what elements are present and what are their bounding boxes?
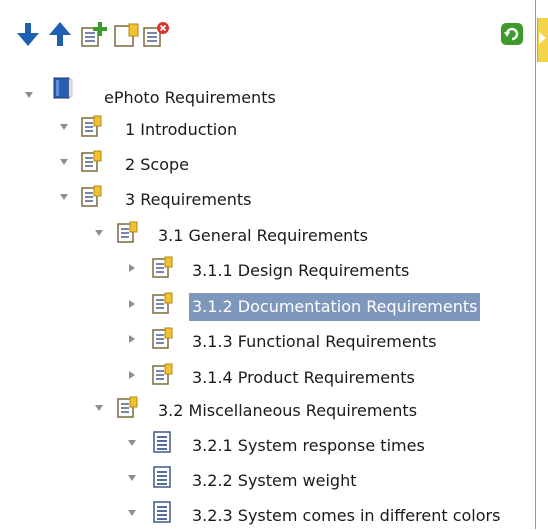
requirement-folder-icon (117, 396, 138, 418)
add-child-requirement-icon (81, 22, 107, 47)
requirement-folder-icon (152, 256, 173, 278)
tree-item[interactable]: 3.1.2 Documentation Requirements (0, 289, 535, 321)
tree-item[interactable]: 3.1 General Requirements (0, 218, 535, 250)
delete-requirement-icon (143, 22, 169, 47)
expanded-twisty-icon[interactable] (92, 401, 106, 415)
arrow-up-icon (49, 22, 71, 46)
collapse-arrow-icon (539, 32, 546, 44)
expanded-twisty-icon[interactable] (57, 190, 71, 204)
requirement-doc-icon (153, 431, 171, 453)
requirement-folder-icon (152, 327, 173, 349)
collapsed-twisty-icon[interactable] (125, 332, 139, 346)
collapsed-twisty-icon[interactable] (125, 261, 139, 275)
requirement-doc-icon (153, 466, 171, 488)
tree-item[interactable]: 3.2 Miscellaneous Requirements (0, 393, 535, 425)
requirement-folder-icon (152, 363, 173, 385)
toolbar (0, 0, 535, 62)
expanded-twisty-icon[interactable] (57, 155, 71, 169)
move-up-button[interactable] (46, 20, 74, 48)
tree-item[interactable]: 3.2.3 System comes in different colors (0, 498, 535, 530)
tree-item-label: 1 Introduction (125, 120, 238, 139)
tree-item-label-selected: 3.1.2 Documentation Requirements (189, 293, 481, 321)
tree-item-label: 3.1.3 Functional Requirements (192, 332, 437, 351)
arrow-down-icon (17, 23, 39, 46)
tree-item[interactable]: 1 Introduction (0, 112, 535, 144)
tree-item-label: 3.2.2 System weight (192, 471, 357, 490)
requirement-folder-icon (81, 115, 102, 137)
tree-root-label: ePhoto Requirements (104, 88, 276, 107)
project-book-icon (53, 77, 73, 99)
requirement-folder-icon (117, 221, 138, 243)
add-child-requirement-button[interactable] (80, 20, 108, 48)
expanded-twisty-icon[interactable] (125, 471, 139, 485)
expanded-twisty-icon[interactable] (92, 226, 106, 240)
delete-requirement-button[interactable] (142, 20, 170, 48)
tree-item-label: 3.1.4 Product Requirements (192, 368, 415, 387)
refresh-button[interactable] (498, 20, 526, 48)
tree-item[interactable]: 3.2.2 System weight (0, 463, 535, 495)
expanded-twisty-icon[interactable] (22, 88, 36, 102)
tree-item-label: 3.2 Miscellaneous Requirements (158, 401, 418, 420)
refresh-icon (501, 23, 523, 45)
tree-item[interactable]: 3.2.1 System response times (0, 428, 535, 460)
tree-item-label: 3.1.1 Design Requirements (192, 261, 410, 280)
move-down-button[interactable] (14, 20, 42, 48)
tree-item-label: 3 Requirements (125, 190, 252, 209)
requirement-folder-icon (152, 292, 173, 314)
add-requirement-button[interactable] (112, 20, 140, 48)
tree-item[interactable]: 2 Scope (0, 147, 535, 179)
tree-item-label: 3.2.1 System response times (192, 436, 425, 455)
tree-item-label: 2 Scope (125, 155, 190, 174)
tree-item[interactable]: 3.1.1 Design Requirements (0, 253, 535, 285)
requirement-folder-icon (81, 150, 102, 172)
tree-item-label: 3.2.3 System comes in different colors (192, 506, 501, 525)
collapsed-twisty-icon[interactable] (125, 297, 139, 311)
requirements-panel: ePhoto Requirements 1 Introduction 2 Scop… (0, 0, 548, 530)
tree-item[interactable]: 3.1.4 Product Requirements (0, 360, 535, 392)
collapsed-twisty-icon[interactable] (125, 368, 139, 382)
tree-item-label: 3.1 General Requirements (158, 226, 368, 245)
add-requirement-icon (114, 23, 139, 47)
tree-item[interactable]: 3 Requirements (0, 182, 535, 214)
expanded-twisty-icon[interactable] (125, 436, 139, 450)
requirement-doc-icon (153, 501, 171, 523)
tree-item[interactable]: 3.1.3 Functional Requirements (0, 324, 535, 356)
expanded-twisty-icon[interactable] (125, 506, 139, 520)
tree-root[interactable]: ePhoto Requirements (0, 77, 535, 110)
expanded-twisty-icon[interactable] (57, 120, 71, 134)
requirement-folder-icon (81, 185, 102, 207)
